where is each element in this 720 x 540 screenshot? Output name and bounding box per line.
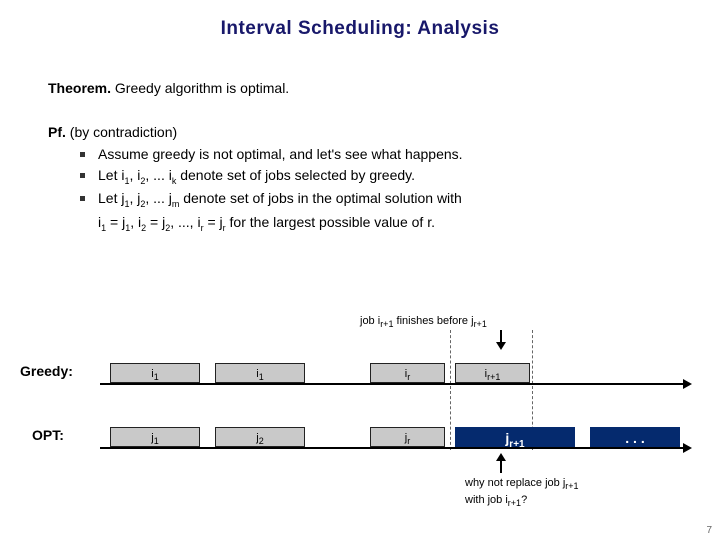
t: = j — [204, 214, 223, 230]
t: = j — [146, 214, 165, 230]
page-number: 7 — [706, 525, 712, 536]
sub: r+1 — [565, 481, 578, 491]
sub: r+1 — [380, 319, 393, 329]
opt-box: j1 — [110, 427, 200, 447]
t: finishes before j — [393, 315, 473, 327]
theorem-lead: Theorem. — [48, 80, 111, 96]
caption-top: job ir+1 finishes before jr+1 — [360, 315, 487, 329]
sub: r — [407, 372, 410, 382]
greedy-track: i1 i1 ir ir+1 — [100, 355, 690, 385]
sub: r+1 — [487, 372, 500, 382]
arrow-up-icon — [500, 455, 502, 473]
t: denote set of jobs in the optimal soluti… — [179, 190, 462, 206]
t: = j — [106, 214, 125, 230]
sub: r+1 — [509, 439, 524, 450]
opt-box-ellipsis: . . . — [590, 427, 680, 447]
greedy-label: Greedy: — [20, 363, 73, 379]
sub: 1 — [154, 372, 159, 382]
t: , i — [130, 214, 141, 230]
t: ? — [521, 494, 527, 506]
proof-head: Pf. (by contradiction) — [48, 124, 720, 140]
greedy-box: i1 — [110, 363, 200, 383]
arrowhead-icon — [683, 379, 692, 389]
bullet-2: Let i1, i2, ... ik denote set of jobs se… — [80, 165, 720, 188]
opt-box: j2 — [215, 427, 305, 447]
theorem-line: Theorem. Greedy algorithm is optimal. — [48, 80, 720, 96]
sub: r — [407, 436, 410, 446]
axis — [100, 383, 690, 385]
bullet-list: Assume greedy is not optimal, and let's … — [80, 144, 720, 235]
t: job i — [360, 315, 380, 327]
bullet-3: Let j1, j2, ... jm denote set of jobs in… — [80, 188, 720, 235]
caption-bottom: why not replace job jr+1 with job ir+1? — [465, 476, 579, 510]
opt-label: OPT: — [32, 427, 64, 443]
t: denote set of jobs selected by greedy. — [176, 167, 415, 183]
sub: 1 — [259, 372, 264, 382]
greedy-box: i1 — [215, 363, 305, 383]
opt-box: jr — [370, 427, 445, 447]
t: with job i — [465, 494, 508, 506]
pf-text: (by contradiction) — [66, 124, 177, 140]
t: , i — [129, 167, 140, 183]
opt-box-highlight: jr+1 — [455, 427, 575, 447]
greedy-box: ir — [370, 363, 445, 383]
sub: 2 — [259, 436, 264, 446]
t: , j — [129, 190, 140, 206]
t: why not replace job j — [465, 477, 565, 489]
arrow-down-icon — [500, 330, 502, 348]
axis — [100, 447, 690, 449]
arrowhead-icon — [683, 443, 692, 453]
opt-track: j1 j2 jr jr+1 . . . — [100, 419, 690, 449]
slide-title: Interval Scheduling: Analysis — [0, 0, 720, 40]
sub: r+1 — [508, 498, 521, 508]
t: Let i — [98, 167, 124, 183]
t: for the largest possible value of r. — [226, 214, 435, 230]
t: , ... i — [145, 167, 171, 183]
greedy-box: ir+1 — [455, 363, 530, 383]
t: , ... j — [145, 190, 171, 206]
bullet-1: Assume greedy is not optimal, and let's … — [80, 144, 720, 165]
sub: r+1 — [474, 319, 487, 329]
sub: 1 — [154, 436, 159, 446]
t: Let j — [98, 190, 124, 206]
theorem-text: Greedy algorithm is optimal. — [111, 80, 289, 96]
t: , ..., i — [170, 214, 200, 230]
pf-lead: Pf. — [48, 124, 66, 140]
